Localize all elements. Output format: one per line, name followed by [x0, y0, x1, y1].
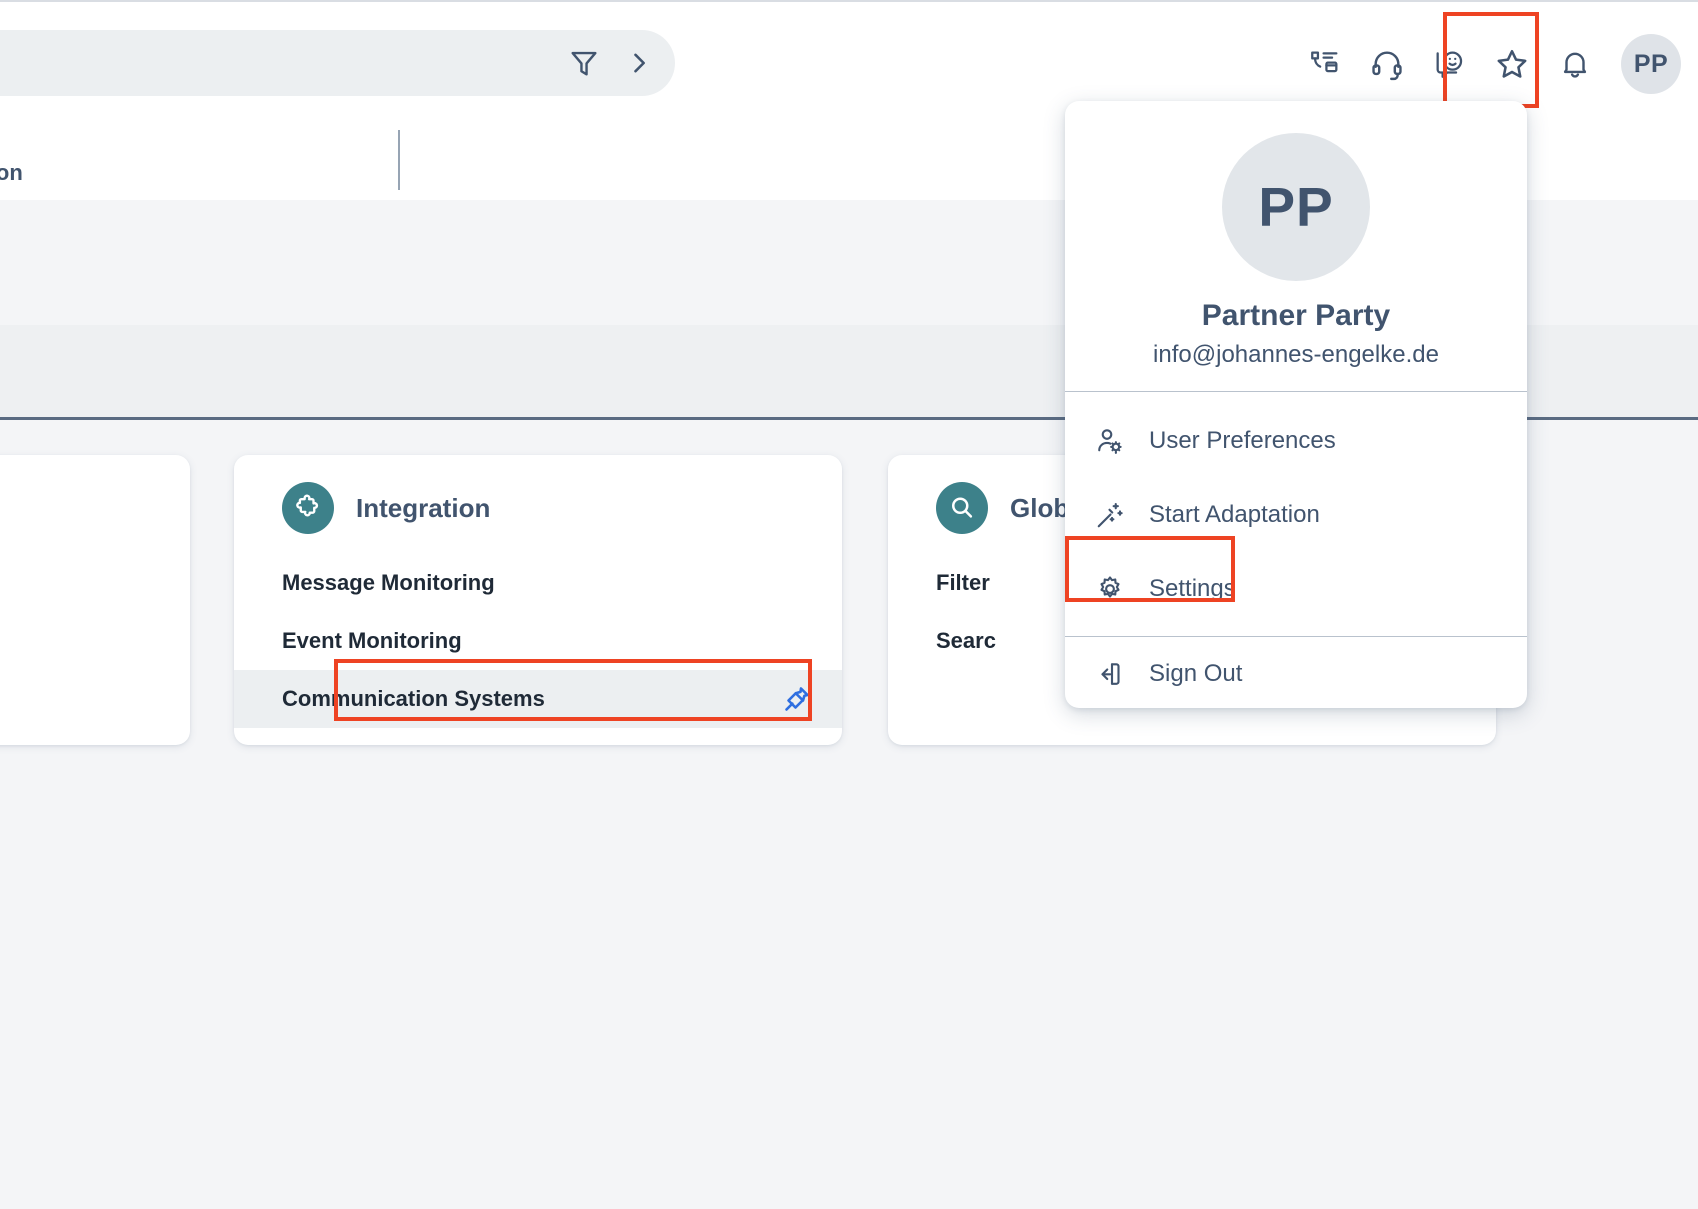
menu-item-settings[interactable]: Settings	[1065, 552, 1527, 626]
menu-item-label: User Preferences	[1149, 427, 1336, 454]
star-icon[interactable]	[1494, 46, 1530, 82]
user-menu-name: Partner Party	[1201, 299, 1391, 332]
card-partial-left	[0, 455, 190, 745]
contact-list-icon[interactable]	[1308, 47, 1342, 81]
search-pill[interactable]	[0, 30, 675, 96]
link-label: Searc	[936, 628, 996, 653]
avatar-initials: PP	[1633, 49, 1669, 78]
card-integration-header: Integration	[234, 455, 842, 534]
chevron-right-icon[interactable]	[625, 49, 653, 77]
user-menu-dropdown: PP Partner Party info@johannes-engelke.d…	[1065, 101, 1527, 708]
card-integration-links: Message Monitoring Event Monitoring Comm…	[234, 554, 842, 728]
pin-icon[interactable]	[782, 684, 812, 714]
menu-item-label: Sign Out	[1149, 660, 1243, 687]
headset-icon[interactable]	[1370, 47, 1404, 81]
filter-icon[interactable]	[567, 46, 601, 80]
feedback-smiley-icon[interactable]	[1432, 47, 1466, 81]
puzzle-piece-icon	[282, 482, 334, 534]
menu-item-user-preferences[interactable]: User Preferences	[1065, 404, 1527, 478]
app-root: PP tings egration Integration	[0, 0, 1698, 1209]
card-integration: Integration Message Monitoring Event Mon…	[234, 455, 842, 745]
user-menu-avatar: PP	[1222, 133, 1370, 281]
search-pill-actions	[567, 30, 653, 96]
menu-item-label: Settings	[1149, 575, 1236, 602]
magnifier-icon	[936, 482, 988, 534]
breadcrumb-divider	[398, 130, 400, 190]
card-integration-title: Integration	[356, 492, 491, 523]
sign-out-icon	[1093, 657, 1127, 691]
shell-header: PP	[0, 0, 1698, 112]
user-menu-avatar-initials: PP	[1258, 176, 1334, 238]
link-label: Message Monitoring	[282, 570, 495, 595]
user-menu-profile: PP Partner Party info@johannes-engelke.d…	[1065, 101, 1527, 392]
header-actions: PP	[1308, 30, 1682, 98]
breadcrumb-parent[interactable]: tings	[0, 130, 23, 154]
link-message-monitoring[interactable]: Message Monitoring	[234, 554, 842, 612]
menu-item-start-adaptation[interactable]: Start Adaptation	[1065, 478, 1527, 552]
link-communication-systems[interactable]: Communication Systems	[234, 670, 842, 728]
breadcrumb: tings egration	[0, 130, 23, 188]
link-label: Communication Systems	[282, 686, 545, 711]
magic-wand-icon	[1093, 498, 1127, 532]
link-event-monitoring[interactable]: Event Monitoring	[234, 612, 842, 670]
user-settings-icon	[1093, 424, 1127, 458]
menu-item-label: Start Adaptation	[1149, 501, 1320, 528]
page-title: egration	[0, 160, 23, 185]
link-label: Filter	[936, 570, 990, 595]
menu-item-sign-out[interactable]: Sign Out	[1065, 637, 1527, 708]
user-menu-email: info@johannes-engelke.de	[1153, 341, 1439, 368]
card-global-title: Glob	[1010, 492, 1070, 523]
avatar: PP	[1621, 34, 1681, 94]
user-menu-items: User Preferences Start Adaptation Settin…	[1065, 392, 1527, 708]
bell-icon[interactable]	[1558, 47, 1592, 81]
avatar-button[interactable]: PP	[1620, 33, 1682, 95]
link-label: Event Monitoring	[282, 628, 462, 653]
gear-icon	[1093, 572, 1127, 606]
